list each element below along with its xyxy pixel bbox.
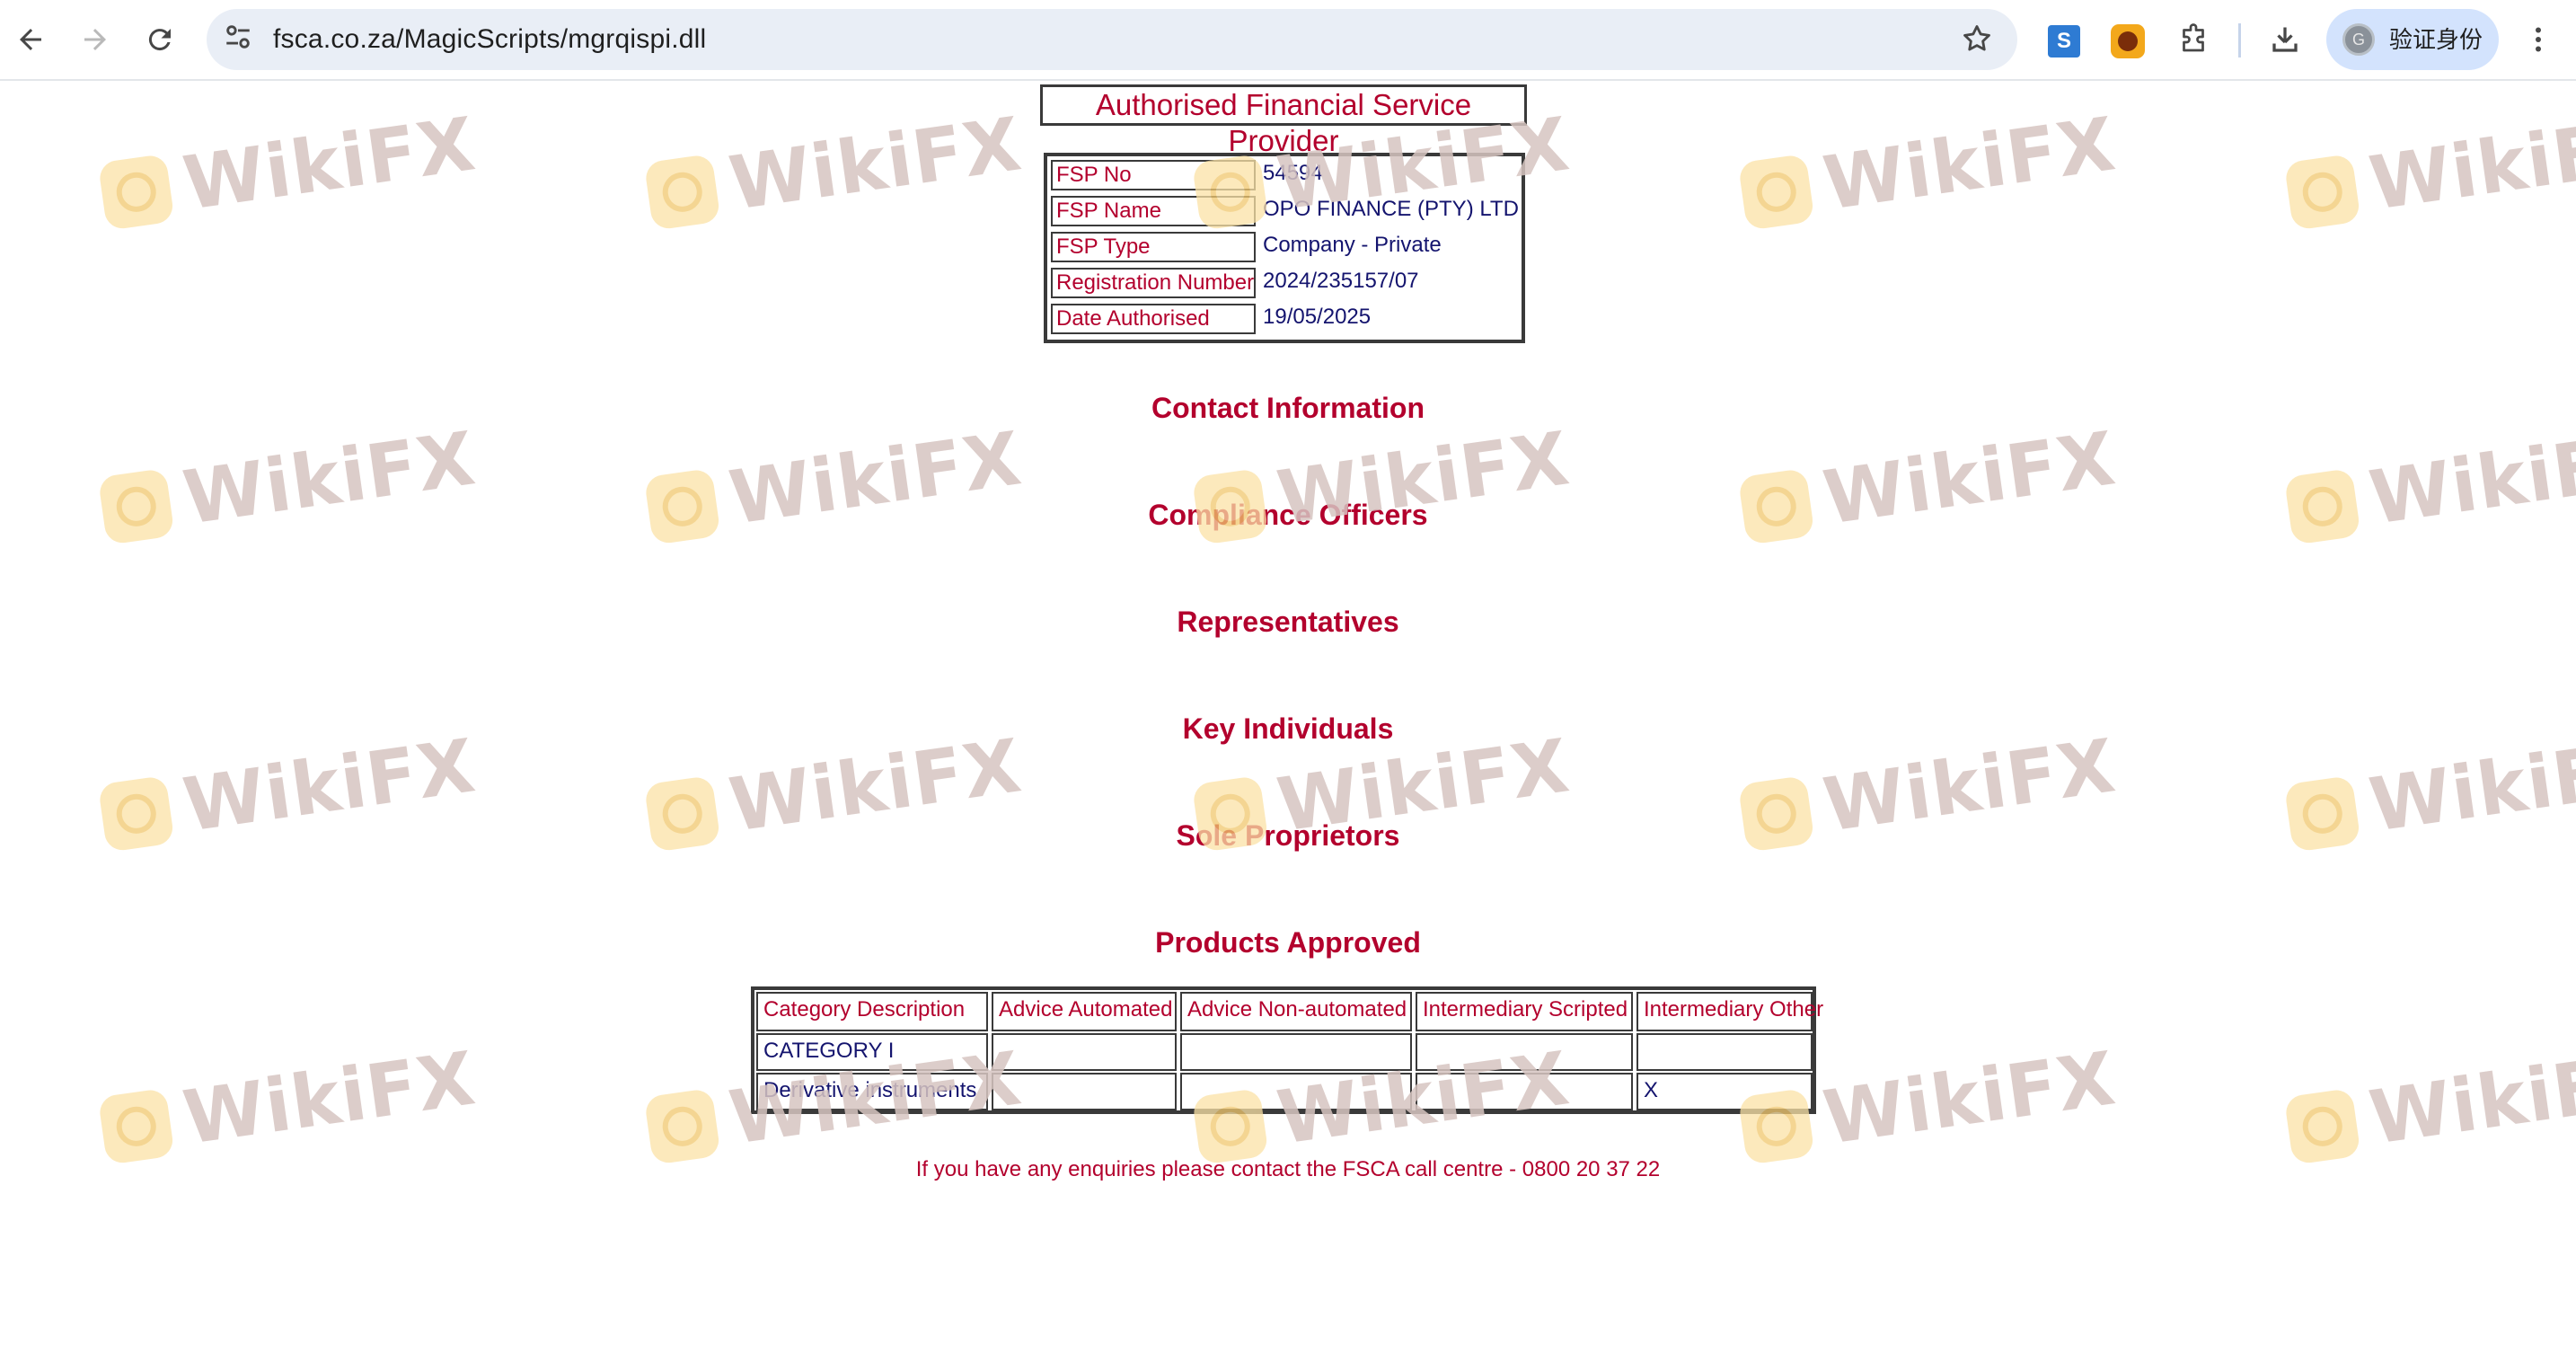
toolbar-separator (2238, 23, 2241, 57)
watermark-text: WikiFX (178, 1036, 481, 1162)
table-header-cell: Category Description (756, 992, 988, 1031)
fsp-value: OPO FINANCE (PTY) LTD (1263, 197, 1519, 221)
extension-w-icon[interactable] (2111, 24, 2145, 58)
menu-kebab-icon[interactable] (2517, 18, 2560, 61)
table-cell (992, 1033, 1177, 1071)
watermark-logo: WikiFX (96, 102, 481, 238)
enquiries-note: If you have any enquiries please contact… (915, 1157, 1661, 1181)
fsp-label: Date Authorised (1051, 304, 1256, 334)
extension-s-icon[interactable]: S (2048, 25, 2080, 57)
fsp-value: 54594 (1263, 161, 1323, 185)
watermark-logo: WikiFX (96, 1036, 481, 1172)
watermark-text: WikiFX (724, 102, 1028, 227)
table-cell (992, 1073, 1177, 1110)
watermark-text: WikiFX (2364, 1036, 2576, 1162)
watermark-text: WikiFX (178, 102, 481, 227)
table-header-cell: Intermediary Other (1636, 992, 1823, 1031)
watermark-logo: WikiFX (2282, 102, 2576, 238)
table-header-cell: Advice Non-automated (1180, 992, 1412, 1031)
table-cell: Derivative instruments (756, 1073, 988, 1110)
watermark-text: WikiFX (1818, 102, 2122, 227)
table-cell: CATEGORY I (756, 1033, 988, 1071)
table-cell (1636, 1033, 1813, 1071)
fsp-label: FSP Name (1051, 196, 1256, 226)
table-cell (1416, 1073, 1633, 1110)
watermark-logo: WikiFX (642, 416, 1027, 553)
profile-label: 验证身份 (2389, 26, 2483, 53)
bookmark-star-icon[interactable] (1960, 22, 1996, 57)
site-info-icon[interactable] (223, 22, 259, 57)
profile-chip[interactable]: G 验证身份 (2326, 9, 2499, 70)
watermark-logo: WikiFX (2282, 1036, 2576, 1172)
section-heading-compliance-officers: Compliance Officers (1148, 499, 1428, 531)
watermark-logo: WikiFX (2282, 416, 2576, 553)
fsp-value: Company - Private (1263, 233, 1442, 257)
watermark-logo: WikiFX (642, 102, 1027, 238)
back-icon[interactable] (9, 18, 52, 61)
page-content: Authorised Financial Service Provider FS… (0, 83, 2576, 1362)
section-heading-key-individuals: Key Individuals (1182, 712, 1394, 745)
browser-toolbar: fsca.co.za/MagicScripts/mgrqispi.dll S G… (0, 0, 2576, 81)
page-title: Authorised Financial Service Provider (1040, 84, 1527, 157)
fsp-details-table: FSP No 54594 FSP Name OPO FINANCE (PTY) … (1044, 153, 1525, 343)
section-heading-representatives: Representatives (1177, 606, 1399, 638)
forward-icon[interactable] (74, 18, 117, 61)
fsp-label: Registration Number (1051, 268, 1256, 298)
table-header-cell: Advice Automated (992, 992, 1177, 1031)
address-bar[interactable]: fsca.co.za/MagicScripts/mgrqispi.dll (207, 9, 2017, 70)
fsp-label: FSP Type (1051, 232, 1256, 262)
watermark-logo: WikiFX (1736, 102, 2121, 238)
watermark-text: WikiFX (1818, 1036, 2122, 1162)
fsp-value: 19/05/2025 (1263, 305, 1372, 329)
fsp-value: 2024/235157/07 (1263, 269, 1419, 293)
avatar: G (2342, 23, 2375, 56)
table-cell (1180, 1033, 1412, 1071)
url-text[interactable]: fsca.co.za/MagicScripts/mgrqispi.dll (273, 9, 706, 70)
table-cell (1416, 1033, 1633, 1071)
watermark-logo: WikiFX (96, 416, 481, 553)
fsp-label: FSP No (1051, 160, 1256, 190)
section-heading-products-approved: Products Approved (1155, 926, 1421, 959)
products-approved-table: Category Description Advice Automated Ad… (751, 986, 1823, 1114)
watermark-logo: WikiFX (1736, 416, 2121, 553)
watermark-logo: WikiFX (1190, 416, 1575, 553)
watermark-text: WikiFX (2364, 102, 2576, 227)
table-header-cell: Intermediary Scripted (1416, 992, 1633, 1031)
extensions-puzzle-icon[interactable] (2172, 18, 2215, 61)
reload-icon[interactable] (138, 18, 181, 61)
download-icon[interactable] (2263, 18, 2307, 61)
section-heading-contact-information: Contact Information (1151, 392, 1425, 424)
section-heading-sole-proprietors: Sole Proprietors (1176, 819, 1400, 852)
table-cell (1180, 1073, 1412, 1110)
table-cell: X (1636, 1073, 1813, 1110)
